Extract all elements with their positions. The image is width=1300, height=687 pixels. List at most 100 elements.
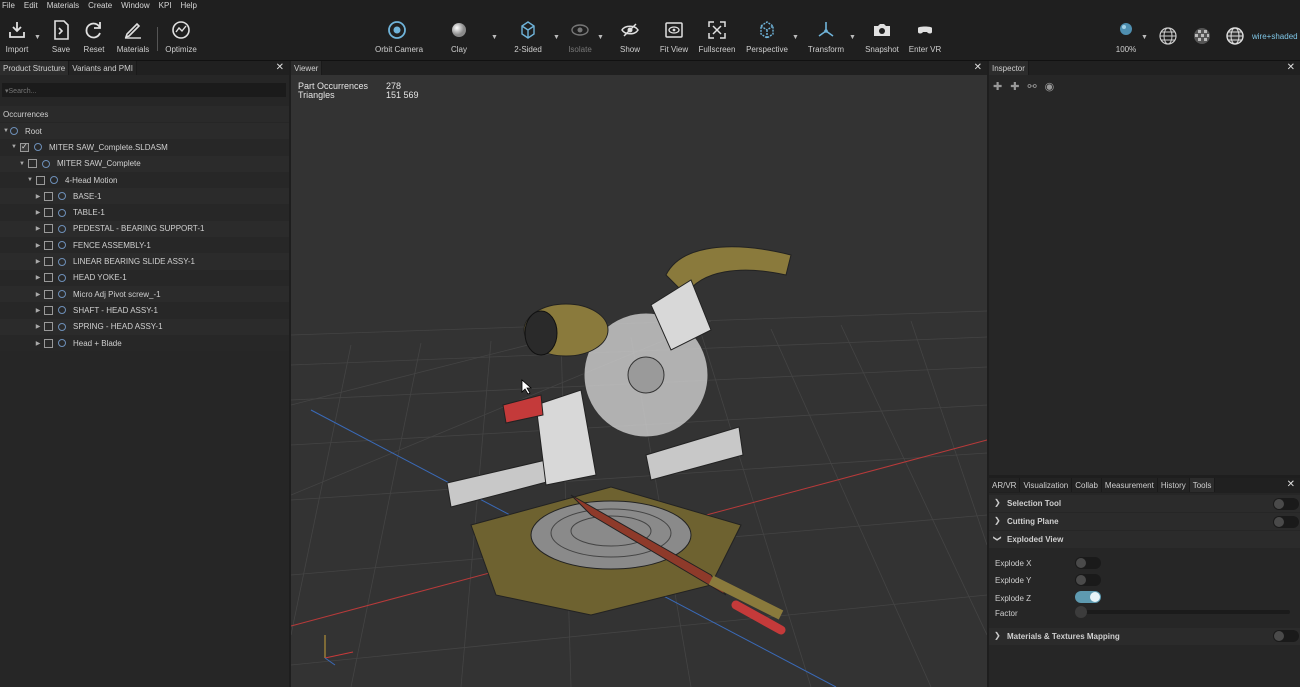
clay-button[interactable]: Clay — [437, 19, 481, 54]
viewport-3d-canvas[interactable] — [291, 75, 987, 687]
menu-file[interactable]: File — [2, 1, 15, 10]
show-button[interactable]: Show — [608, 19, 652, 54]
tree-row[interactable]: ▼ MITER SAW_Complete.SLDASM — [0, 139, 289, 156]
menu-kpi[interactable]: KPI — [159, 1, 172, 10]
fullscreen-button[interactable]: Fullscreen — [695, 19, 739, 54]
close-icon[interactable]: ✕ — [974, 62, 982, 73]
tab-collab[interactable]: Collab — [1072, 478, 1102, 492]
visibility-checkbox[interactable] — [44, 257, 53, 267]
search-input[interactable] — [2, 83, 286, 97]
chevron-right-icon[interactable]: ▶ — [34, 323, 42, 330]
tab-ar-vr[interactable]: AR/VR — [989, 478, 1021, 492]
orbit-camera-button[interactable]: Orbit Camera — [375, 19, 423, 54]
cutting-plane-section[interactable]: ❯ Cutting Plane — [989, 513, 1300, 530]
chevron-right-icon[interactable]: ▶ — [34, 193, 42, 200]
chevron-right-icon[interactable]: ▶ — [34, 291, 42, 298]
selection-tool-section[interactable]: ❯ Selection Tool — [989, 495, 1300, 512]
visibility-checkbox[interactable] — [44, 208, 53, 218]
snapshot-button[interactable]: Snapshot — [860, 19, 904, 54]
chevron-right-icon[interactable]: ▶ — [34, 274, 42, 281]
chevron-right-icon[interactable]: ▶ — [34, 225, 42, 232]
chevron-down-icon[interactable]: ▼ — [2, 128, 10, 134]
add-property-icon[interactable]: ✚ — [993, 80, 1002, 93]
menu-edit[interactable]: Edit — [24, 1, 38, 10]
visibility-checkbox[interactable] — [44, 224, 53, 234]
tab-tools[interactable]: Tools — [1189, 478, 1216, 492]
tab-measurement[interactable]: Measurement — [1101, 478, 1158, 492]
target-icon[interactable]: ◉ — [1045, 80, 1055, 93]
visibility-checkbox[interactable] — [44, 240, 53, 250]
materials-button[interactable]: Materials — [111, 19, 155, 54]
visibility-checkbox[interactable] — [44, 289, 53, 299]
add-component-icon[interactable]: ✚ — [1010, 80, 1019, 93]
tree-row[interactable]: ▼ Root — [0, 123, 289, 140]
factor-slider-handle[interactable] — [1075, 606, 1087, 618]
tree-row[interactable]: ▼ 4-Head Motion — [0, 171, 289, 189]
viewer-panel[interactable]: Viewer ✕ Part Occurrences 278 Triangles … — [291, 61, 987, 687]
perspective-button[interactable]: Perspective — [745, 19, 789, 54]
visibility-checkbox[interactable] — [36, 175, 45, 185]
wireframe-globe-icon[interactable] — [1157, 25, 1179, 47]
link-icon[interactable]: ⚯ — [1027, 80, 1036, 93]
tab-inspector[interactable]: Inspector — [989, 61, 1029, 75]
enter-vr-button[interactable]: Enter VR — [903, 19, 947, 54]
fit-view-button[interactable]: Fit View — [652, 19, 696, 54]
tree-row[interactable]: ▶ Head + Blade — [0, 334, 289, 352]
chevron-right-icon[interactable]: ▶ — [34, 307, 42, 314]
cutting-plane-toggle[interactable] — [1273, 516, 1299, 528]
tab-product-structure[interactable]: Product Structure — [0, 61, 70, 75]
visibility-checkbox[interactable] — [44, 338, 53, 348]
tree-row[interactable]: ▶ SHAFT - HEAD ASSY-1 — [0, 302, 289, 319]
tree-row[interactable]: ▶ TABLE-1 — [0, 204, 289, 221]
tree-row[interactable]: ▶ PEDESTAL - BEARING SUPPORT-1 — [0, 220, 289, 238]
menu-window[interactable]: Window — [121, 1, 149, 10]
visibility-checkbox[interactable] — [44, 273, 53, 283]
render-mode-label[interactable]: wire+shaded — [1252, 32, 1298, 41]
visibility-checkbox[interactable] — [44, 191, 53, 201]
tree-row[interactable]: ▶ LINEAR BEARING SLIDE ASSY-1 — [0, 253, 289, 270]
tree-row[interactable]: ▶ FENCE ASSEMBLY-1 — [0, 237, 289, 254]
close-icon[interactable]: ✕ — [1287, 62, 1295, 73]
visibility-checkbox[interactable] — [44, 305, 53, 315]
menu-materials[interactable]: Materials — [47, 1, 79, 10]
chevron-right-icon[interactable]: ▶ — [34, 209, 42, 216]
selection-tool-toggle[interactable] — [1273, 498, 1299, 510]
tree-row[interactable]: ▶ Micro Adj Pivot screw_-1 — [0, 285, 289, 303]
tree-row[interactable]: ▶ HEAD YOKE-1 — [0, 269, 289, 286]
chevron-right-icon[interactable]: ▶ — [34, 242, 42, 249]
materials-mapping-toggle[interactable] — [1273, 630, 1299, 642]
chevron-down-icon[interactable]: ▼ — [10, 144, 18, 150]
zoom-dropdown-caret[interactable]: ▼ — [1141, 34, 1148, 41]
materials-mapping-section[interactable]: ❯ Materials & Textures Mapping — [989, 628, 1300, 645]
visibility-checkbox[interactable] — [20, 142, 29, 152]
tab-viewer[interactable]: Viewer — [291, 61, 323, 75]
tree-row[interactable]: ▼ MITER SAW_Complete — [0, 155, 289, 172]
tab-variants-and-pmi[interactable]: Variants and PMI — [69, 61, 138, 75]
menu-create[interactable]: Create — [88, 1, 112, 10]
tree-row[interactable]: ▶ SPRING - HEAD ASSY-1 — [0, 318, 289, 335]
isolate-button[interactable]: Isolate — [558, 19, 602, 54]
clay-dropdown-caret[interactable]: ▼ — [491, 34, 498, 41]
transform-dropdown-caret[interactable]: ▼ — [849, 34, 856, 41]
explode-y-toggle[interactable] — [1075, 574, 1101, 586]
reset-button[interactable]: Reset — [72, 19, 116, 54]
visibility-checkbox[interactable] — [44, 322, 53, 332]
close-icon[interactable]: ✕ — [276, 62, 284, 73]
chevron-right-icon[interactable]: ▶ — [34, 258, 42, 265]
tree-row[interactable]: ▶ BASE-1 — [0, 188, 289, 205]
visibility-checkbox[interactable] — [28, 159, 37, 169]
chevron-down-icon[interactable]: ▼ — [18, 161, 26, 167]
tab-history[interactable]: History — [1157, 478, 1190, 492]
explode-x-toggle[interactable] — [1075, 557, 1101, 569]
perspective-dropdown-caret[interactable]: ▼ — [792, 34, 799, 41]
explode-z-toggle[interactable] — [1075, 591, 1101, 603]
two-sided-button[interactable]: 2-Sided — [506, 19, 550, 54]
factor-slider-track[interactable] — [1076, 610, 1290, 614]
chevron-down-icon[interactable]: ▼ — [26, 177, 34, 183]
tab-visualization[interactable]: Visualization — [1020, 478, 1073, 492]
close-icon[interactable]: ✕ — [1287, 479, 1295, 490]
optimize-button[interactable]: Optimize — [159, 19, 203, 54]
chevron-right-icon[interactable]: ▶ — [34, 340, 42, 347]
isolate-dropdown-caret[interactable]: ▼ — [597, 34, 604, 41]
wire-shaded-globe-icon[interactable] — [1224, 25, 1246, 47]
